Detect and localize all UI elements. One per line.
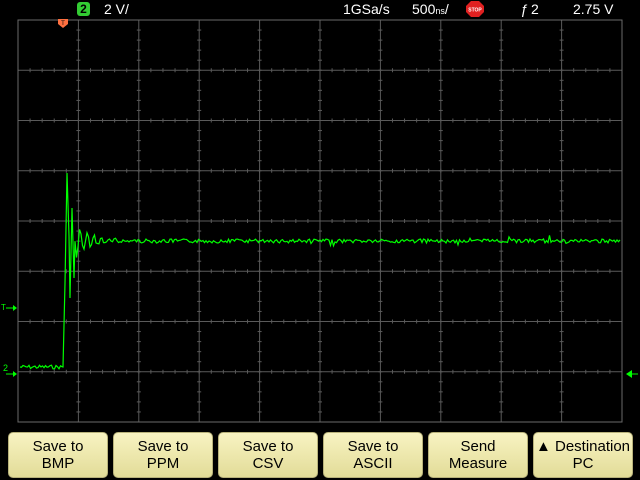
destination-button[interactable]: ▲ Destination PC xyxy=(533,432,633,478)
status-bar: 2 2 V/ 1GSa/s 500ns/ STOP ƒ 2 2.75 V xyxy=(0,0,640,18)
svg-text:2: 2 xyxy=(3,363,8,373)
save-to-csv-button[interactable]: Save to CSV xyxy=(218,432,318,478)
stop-icon: STOP xyxy=(466,1,484,17)
channel-badge: 2 xyxy=(77,2,90,16)
save-to-ascii-button[interactable]: Save to ASCII xyxy=(323,432,423,478)
send-measure-button[interactable]: Send Measure xyxy=(428,432,528,478)
timebase: 500ns/ xyxy=(412,1,449,17)
trigger-edge-icon: ƒ xyxy=(520,1,528,17)
sample-rate: 1GSa/s xyxy=(343,1,390,17)
svg-text:T: T xyxy=(61,21,65,27)
trigger-level: 2.75 V xyxy=(573,1,614,17)
vertical-scale: 2 V/ xyxy=(104,1,129,17)
trigger-source: 2 xyxy=(531,1,539,17)
svg-text:T: T xyxy=(1,303,6,312)
svg-text:STOP: STOP xyxy=(468,8,482,14)
softkey-bar: Save to BMP Save to PPM Save to CSV Save to… xyxy=(0,424,640,480)
waveform-display[interactable]: T T 2 xyxy=(0,18,640,424)
save-to-bmp-button[interactable]: Save to BMP xyxy=(8,432,108,478)
save-to-ppm-button[interactable]: Save to PPM xyxy=(113,432,213,478)
